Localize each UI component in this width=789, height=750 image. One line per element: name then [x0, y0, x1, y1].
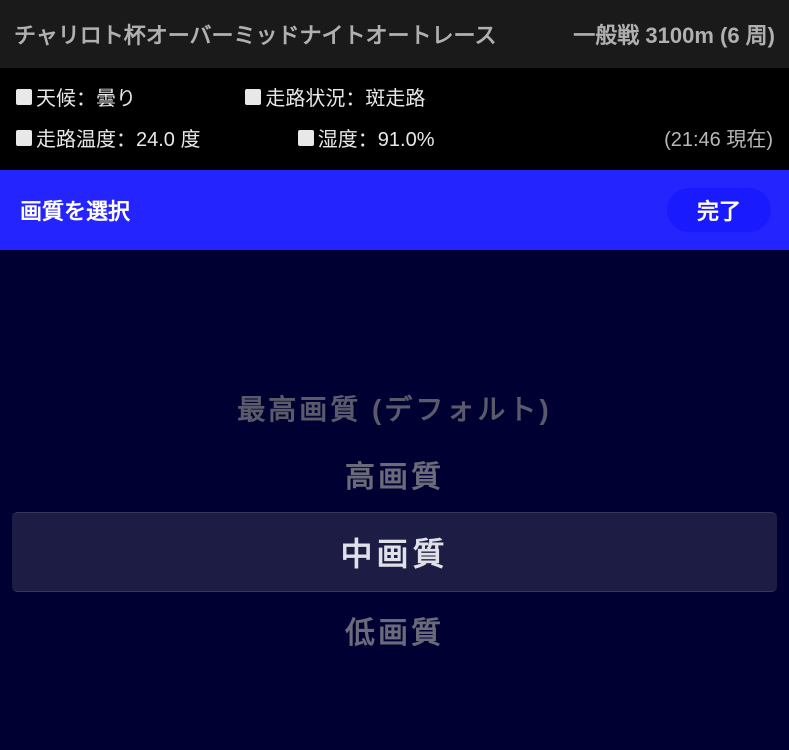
picker-option-highest[interactable]: 最高画質 (デフォルト) [0, 376, 789, 440]
modal-title: 画質を選択 [20, 194, 130, 226]
picker-option-low[interactable]: 低画質 [0, 596, 789, 664]
conditions-panel: 天候：曇り 走路状況：斑走路 走路温度：24.0 度 湿度：91.0% (21:… [0, 68, 789, 170]
humidity-label: 湿度：91.0% [318, 123, 435, 152]
quality-picker: 最高画質 (デフォルト) 高画質 中画質 低画質 [0, 250, 789, 750]
race-info: 一般戦 3100m (6 周) [573, 18, 775, 50]
checkbox-icon [16, 89, 32, 105]
weather-label: 天候：曇り [36, 82, 136, 111]
humidity-item[interactable]: 湿度：91.0% [298, 123, 664, 152]
checkbox-icon [16, 130, 32, 146]
picker-option-medium[interactable]: 中画質 [12, 512, 777, 592]
timestamp: (21:46 現在) [664, 123, 773, 152]
track-status-label: 走路状況：斑走路 [265, 82, 425, 111]
track-status-item[interactable]: 走路状況：斑走路 [245, 82, 543, 111]
weather-item[interactable]: 天候：曇り [16, 82, 245, 111]
race-header: チャリロト杯オーバーミッドナイトオートレース 一般戦 3100m (6 周) [0, 0, 789, 68]
track-temp-label: 走路温度：24.0 度 [36, 123, 200, 152]
race-title: チャリロト杯オーバーミッドナイトオートレース [14, 18, 496, 50]
checkbox-icon [245, 89, 261, 105]
track-temp-item[interactable]: 走路温度：24.0 度 [16, 123, 298, 152]
modal-header: 画質を選択 完了 [0, 170, 789, 250]
picker-option-high[interactable]: 高画質 [0, 440, 789, 508]
done-button[interactable]: 完了 [667, 188, 771, 232]
checkbox-icon [298, 130, 314, 146]
